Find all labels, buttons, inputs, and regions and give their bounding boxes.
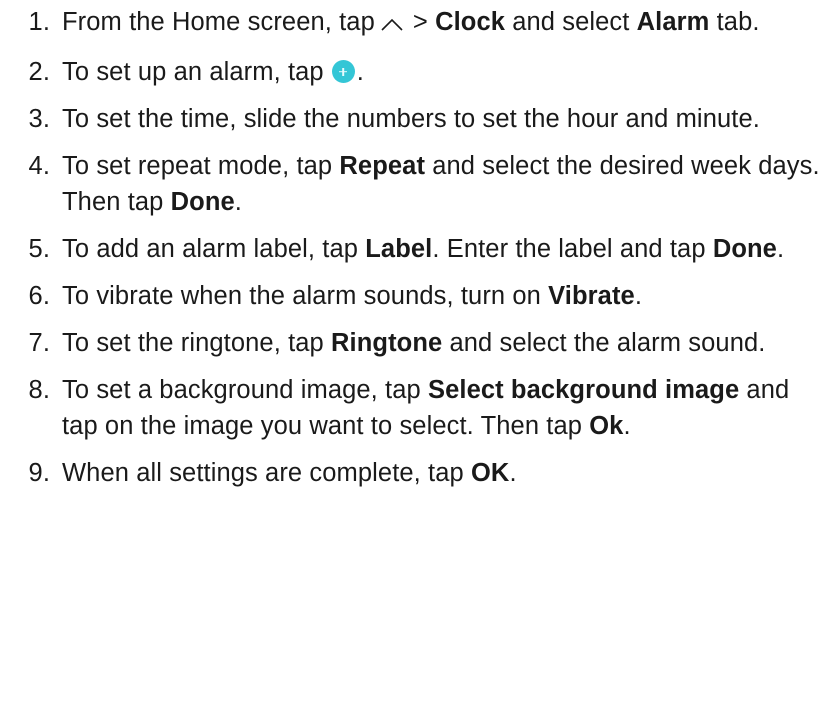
- step-6: 6. To vibrate when the alarm sounds, tur…: [0, 278, 838, 314]
- step-number: 2.: [28, 58, 50, 86]
- step-3: 3. To set the time, slide the numbers to…: [0, 101, 838, 137]
- step-number: 5.: [28, 235, 50, 263]
- step-text: To set a background image, tap Select ba…: [62, 376, 790, 440]
- step-1: 1. From the Home screen, tap > Clock and …: [0, 4, 838, 42]
- step-number: 4.: [28, 152, 50, 180]
- instruction-list: 1. From the Home screen, tap > Clock and …: [0, 0, 838, 491]
- chevron-up-icon: [379, 6, 405, 42]
- step-number: 8.: [28, 376, 50, 404]
- step-number: 7.: [28, 329, 50, 357]
- add-circle-icon: [331, 60, 355, 83]
- step-2: 2. To set up an alarm, tap.: [0, 54, 838, 90]
- step-4: 4. To set repeat mode, tap Repeat and se…: [0, 148, 838, 220]
- step-text: To set the time, slide the numbers to se…: [62, 105, 760, 133]
- step-text: To set up an alarm, tap.: [62, 58, 364, 86]
- step-9: 9. When all settings are complete, tap O…: [0, 455, 838, 491]
- step-number: 3.: [28, 105, 50, 133]
- step-text: From the Home screen, tap > Clock and sel…: [62, 4, 832, 42]
- step-text: To add an alarm label, tap Label. Enter …: [62, 235, 785, 263]
- step-number: 9.: [28, 459, 50, 487]
- step-8: 8. To set a background image, tap Select…: [0, 372, 838, 444]
- step-text: To set the ringtone, tap Ringtone and se…: [62, 329, 766, 357]
- step-number: 6.: [28, 282, 50, 310]
- step-number: 1.: [28, 8, 50, 36]
- step-5: 5. To add an alarm label, tap Label. Ent…: [0, 231, 838, 267]
- step-text: When all settings are complete, tap OK.: [62, 459, 517, 487]
- step-text: To vibrate when the alarm sounds, turn o…: [62, 282, 643, 310]
- step-text: To set repeat mode, tap Repeat and selec…: [62, 152, 820, 216]
- step-7: 7. To set the ringtone, tap Ringtone and…: [0, 325, 838, 361]
